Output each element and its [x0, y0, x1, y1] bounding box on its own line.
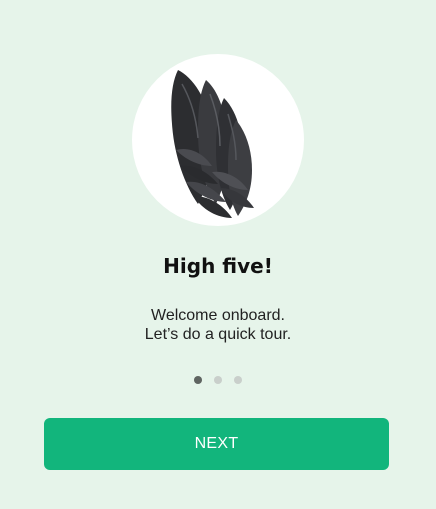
subtitle-line-2: Let’s do a quick tour.	[144, 326, 292, 343]
pagination-dot-2[interactable]	[214, 376, 222, 384]
onboarding-subtitle: Welcome onboard. Let’s do a quick tour.	[0, 306, 436, 344]
pagination-dot-1[interactable]	[194, 376, 202, 384]
wing-icon	[171, 70, 254, 218]
subtitle-line-1: Welcome onboard.	[151, 307, 285, 324]
next-button[interactable]: NEXT	[44, 418, 389, 470]
onboarding-title: High five!	[163, 254, 273, 278]
hero-illustration	[132, 54, 304, 226]
pagination-dot-3[interactable]	[234, 376, 242, 384]
pagination-dots	[0, 376, 436, 384]
